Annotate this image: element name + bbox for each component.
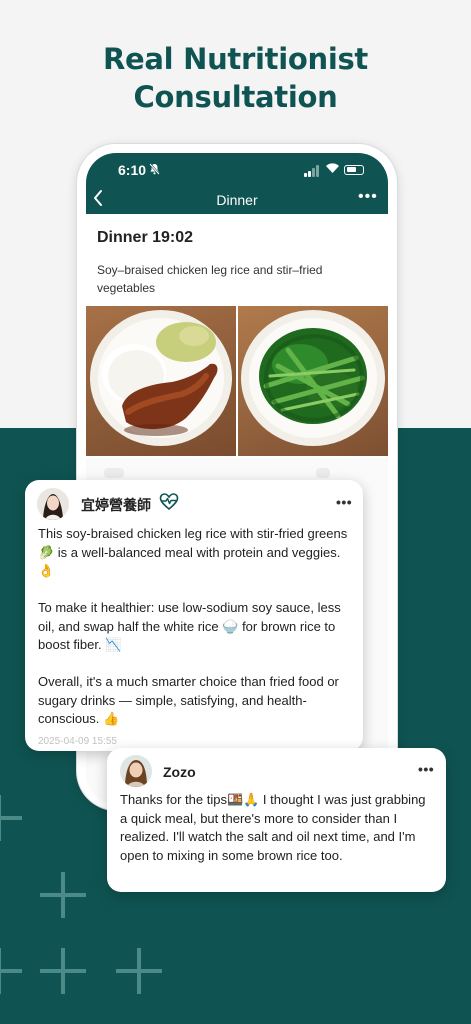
cross-decoration — [0, 795, 22, 841]
meal-title: Dinner 19:02 — [97, 229, 194, 246]
more-icon[interactable]: ••• — [358, 188, 378, 206]
more-icon[interactable]: ••• — [418, 761, 434, 777]
comment-timestamp: 2025-04-09 15:55 — [38, 736, 117, 747]
headline-line-1: Real Nutritionist — [103, 42, 368, 76]
soy-braised-chicken-rice-photo[interactable] — [86, 306, 236, 456]
user-reply-card: Zozo ••• Thanks for the tips🍱🙏 I thought… — [107, 748, 446, 892]
message-paragraph: To make it healthier: use low-sodium soy… — [38, 600, 341, 652]
cross-decoration — [40, 948, 86, 994]
avatar[interactable] — [120, 755, 152, 787]
message-paragraph: Overall, it's a much smarter choice than… — [38, 674, 339, 726]
faded-row — [104, 468, 124, 478]
avatar[interactable] — [37, 488, 69, 520]
user-name: Zozo — [163, 764, 196, 780]
signal-icon — [304, 165, 320, 177]
user-message: Thanks for the tips🍱🙏 I thought I was ju… — [120, 792, 426, 863]
nav-bar: Dinner ••• — [86, 187, 388, 214]
message-paragraph: This soy-braised chicken leg rice with s… — [38, 526, 348, 578]
stir-fried-greens-photo[interactable] — [238, 306, 388, 456]
cross-decoration — [40, 872, 86, 918]
bell-muted-icon — [149, 163, 160, 178]
meal-description: Soy–braised chicken leg rice and stir–fr… — [97, 263, 323, 295]
cross-decoration — [116, 948, 162, 994]
cross-decoration — [0, 948, 22, 994]
heart-pulse-icon — [159, 493, 179, 511]
status-time: 6:10 — [118, 162, 147, 178]
status-bar: 6:10 — [86, 153, 388, 187]
headline: Real Nutritionist Consultation — [0, 40, 471, 116]
headline-line-2: Consultation — [133, 80, 338, 114]
nutritionist-name: 宜婷營養師 — [81, 497, 151, 513]
more-icon[interactable]: ••• — [336, 494, 352, 510]
nutritionist-message: This soy-braised chicken leg rice with s… — [38, 525, 354, 729]
wifi-icon — [325, 162, 340, 177]
battery-icon — [344, 165, 364, 175]
nutritionist-comment-card: 宜婷營養師 ••• This soy-braised chicken leg r… — [25, 480, 363, 751]
faded-row — [316, 468, 330, 478]
nav-title: Dinner — [216, 192, 258, 208]
